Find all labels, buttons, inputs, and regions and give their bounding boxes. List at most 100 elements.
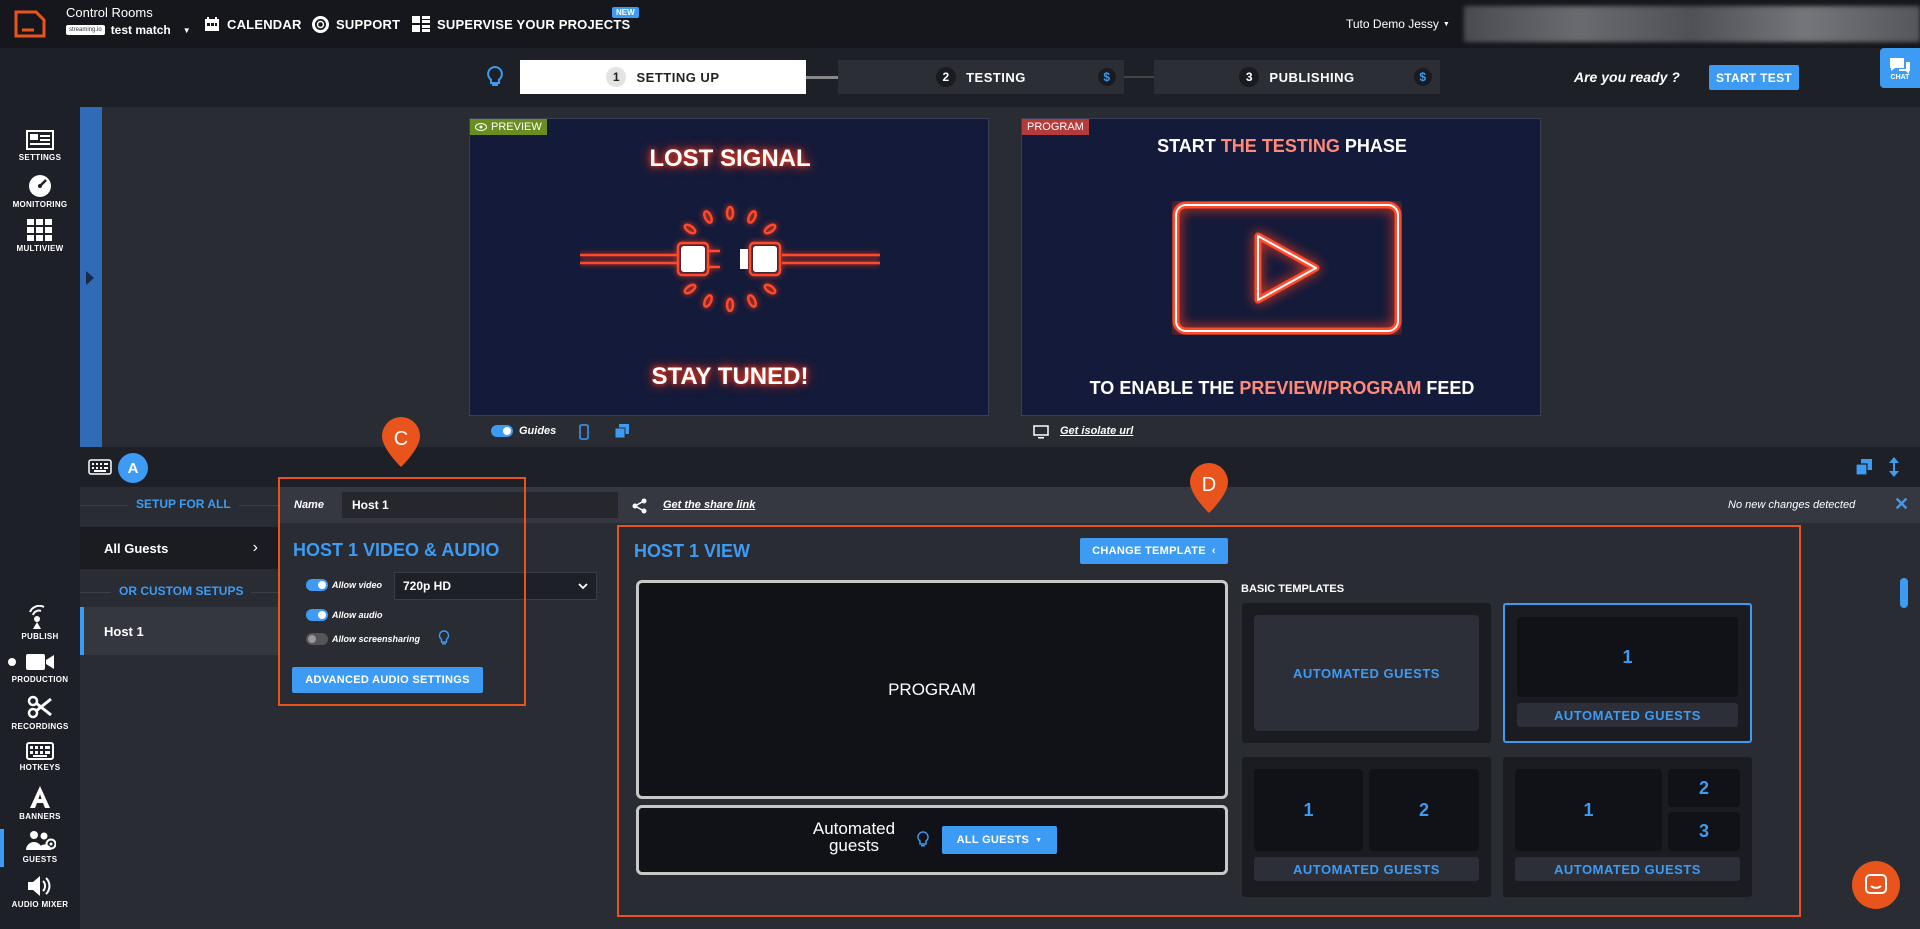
template-card-single[interactable]: 1 AUTOMATED GUESTS [1503, 603, 1752, 743]
grid-icon [27, 219, 52, 241]
play-icon [1172, 201, 1402, 335]
program-line-2: TO ENABLE THE PREVIEW/PROGRAM FEED [1022, 378, 1540, 399]
close-icon[interactable]: ✕ [1894, 494, 1909, 515]
avatar[interactable]: A [118, 453, 148, 483]
program-line-2-a: TO ENABLE THE [1089, 378, 1240, 398]
guides-switch[interactable] [491, 425, 513, 437]
step-number: 3 [1239, 67, 1260, 87]
host-view-title: HOST 1 VIEW [634, 541, 751, 561]
all-guests-dropdown[interactable]: ALL GUESTS ▼ [942, 826, 1057, 854]
name-bar: Name Get the share link No new changes d… [280, 487, 1920, 523]
nav-supervise-projects[interactable]: SUPERVISE YOUR PROJECTS [412, 16, 630, 32]
scrollbar-thumb[interactable] [1900, 578, 1908, 608]
step-label: TESTING [966, 69, 1026, 85]
template-card-two[interactable]: 1 2 AUTOMATED GUESTS [1242, 757, 1491, 897]
rail-monitoring[interactable]: MONITORING [0, 173, 80, 209]
mobile-icon[interactable] [579, 424, 589, 440]
app-logo-icon[interactable] [12, 8, 48, 40]
broadcast-icon [29, 605, 45, 629]
template-label: AUTOMATED GUESTS [1515, 857, 1740, 881]
blurred-region [1464, 6, 1920, 42]
template-card-automated[interactable]: AUTOMATED GUESTS [1242, 603, 1491, 743]
nav-support[interactable]: SUPPORT [312, 16, 400, 33]
new-badge: NEW [612, 7, 639, 18]
preview-screen[interactable]: PREVIEW LOST SIGNAL STAY TUNED! [469, 118, 989, 416]
rail-multiview[interactable]: MULTIVIEW [0, 219, 80, 253]
step-publishing[interactable]: 3 PUBLISHING $ [1154, 60, 1440, 94]
chevron-down-icon: ▼ [182, 25, 191, 35]
rail-label: MULTIVIEW [16, 244, 64, 253]
share-link[interactable]: Get the share link [663, 499, 755, 511]
rail-settings[interactable]: SETTINGS [0, 130, 80, 162]
rail-recordings[interactable]: RECORDINGS [0, 695, 80, 731]
scissors-icon [27, 695, 52, 719]
automated-guests-slot[interactable]: Automated guests ALL GUESTS ▼ [636, 805, 1228, 875]
rail-label: BANNERS [19, 812, 61, 821]
template-slot-1: 1 [1254, 769, 1363, 851]
automated-guests-label: Automated guests [812, 819, 896, 855]
resize-vertical-icon[interactable] [1888, 457, 1900, 477]
nav-calendar[interactable]: CALENDAR [204, 16, 302, 32]
all-guests-label: All Guests [104, 540, 169, 556]
speaker-icon [28, 876, 51, 896]
projects-grid-icon [412, 16, 430, 32]
lightbulb-icon[interactable] [482, 64, 508, 90]
step-testing[interactable]: 2 TESTING $ [838, 60, 1124, 94]
program-tag: PROGRAM [1022, 119, 1089, 135]
help-chat-launcher[interactable] [1852, 861, 1900, 909]
chevron-down-icon [578, 582, 588, 589]
callout-d-letter: D [1201, 474, 1217, 496]
chat-button[interactable]: CHAT [1880, 48, 1920, 88]
step-connector [1124, 76, 1154, 78]
chevron-down-icon: ▼ [1442, 20, 1450, 28]
change-template-label: CHANGE TEMPLATE [1092, 545, 1206, 557]
guides-toggle[interactable]: Guides [491, 425, 556, 437]
template-label: AUTOMATED GUESTS [1254, 857, 1479, 881]
dollar-icon: $ [1414, 68, 1432, 86]
rail-guests[interactable]: GUESTS [0, 830, 80, 864]
chat-bubble-icon [1890, 57, 1910, 74]
copy-icon[interactable] [615, 424, 629, 438]
rail-audio-mixer[interactable]: AUDIO MIXER [0, 875, 80, 909]
step-label: SETTING UP [636, 69, 720, 85]
host-1-item[interactable]: Host 1 [80, 607, 280, 655]
project-selector[interactable]: streaming.io test match ▼ [66, 23, 191, 37]
change-template-button[interactable]: CHANGE TEMPLATE ‹ [1080, 538, 1228, 564]
user-menu[interactable]: Tuto Demo Jessy ▼ [1346, 17, 1450, 31]
template-slot-2: 2 [1668, 769, 1740, 807]
stay-tuned-text: STAY TUNED! [651, 363, 809, 390]
rail-publish[interactable]: PUBLISH [0, 605, 80, 641]
share-icon[interactable] [632, 498, 648, 514]
rail-banners[interactable]: BANNERS [0, 785, 80, 821]
rail-label: GUESTS [22, 855, 58, 864]
collapse-panel-button[interactable] [80, 107, 102, 447]
program-slot[interactable]: PROGRAM [636, 580, 1228, 799]
guests-icon [26, 831, 56, 850]
all-guests-dropdown-label: ALL GUESTS [956, 834, 1030, 846]
rail-label: MONITORING [12, 200, 68, 209]
rail-label: AUDIO MIXER [11, 900, 69, 909]
program-line-2-c: FEED [1421, 378, 1475, 398]
copy-icon[interactable] [1856, 459, 1872, 475]
rail-hotkeys[interactable]: HOTKEYS [0, 742, 80, 772]
unplugged-cable-icon [580, 205, 880, 313]
template-card-three[interactable]: 1 2 3 AUTOMATED GUESTS [1503, 757, 1752, 897]
ready-text: Are you ready ? [1574, 69, 1680, 85]
lightbulb-icon[interactable] [917, 831, 929, 849]
program-line-1-a: START [1157, 136, 1221, 156]
start-test-button[interactable]: START TEST [1709, 65, 1799, 90]
get-isolate-url-link[interactable]: Get isolate url [1060, 425, 1133, 437]
callout-c-letter: C [393, 428, 409, 450]
top-bar: Control Rooms streaming.io test match ▼ … [0, 0, 1920, 48]
keyboard-icon[interactable] [88, 459, 112, 475]
no-changes-status: No new changes detected [1728, 499, 1856, 511]
step-setting-up[interactable]: 1 SETTING UP [520, 60, 806, 94]
rail-production[interactable]: PRODUCTION [0, 652, 80, 684]
step-number: 1 [606, 67, 627, 87]
chevron-right-icon: › [252, 539, 258, 556]
program-screen[interactable]: PROGRAM START THE TESTING PHASE TO ENABL… [1021, 118, 1541, 416]
program-line-1: START THE TESTING PHASE [1022, 136, 1540, 157]
all-guests-item[interactable]: All Guests › [80, 527, 280, 569]
step-connector [806, 76, 838, 79]
template-slot-1: 1 [1517, 617, 1738, 697]
